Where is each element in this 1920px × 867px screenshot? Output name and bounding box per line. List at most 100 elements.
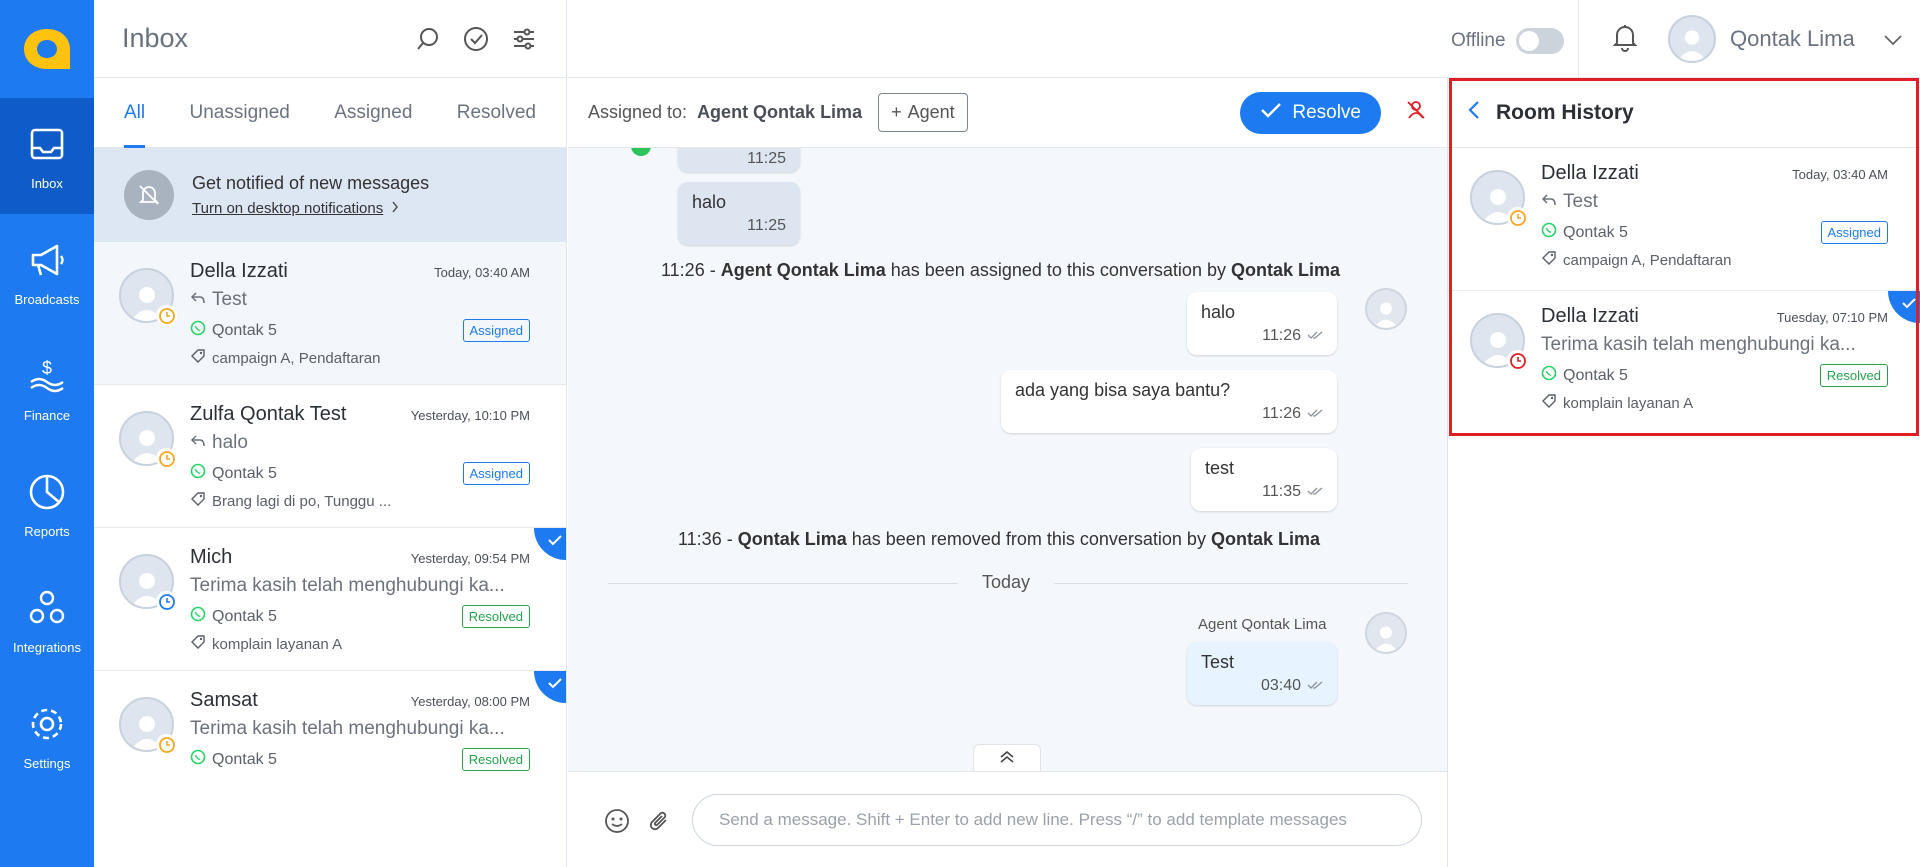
- add-agent-button[interactable]: + Agent: [878, 93, 968, 132]
- last-message: Terima kasih telah menghubungi ka...: [190, 718, 505, 739]
- conversation-time: Yesterday, 08:00 PM: [410, 694, 530, 709]
- selected-checkmark-icon[interactable]: [534, 671, 566, 703]
- bell-off-icon: [124, 170, 174, 220]
- message-time: 11:26: [1262, 405, 1301, 422]
- notification-title: Get notified of new messages: [192, 172, 430, 193]
- add-agent-label: Agent: [907, 102, 955, 122]
- enable-notifications-link[interactable]: Turn on desktop notifications: [192, 200, 383, 217]
- sidebar-item-inbox[interactable]: Inbox: [0, 98, 94, 214]
- app-logo[interactable]: [0, 0, 94, 98]
- system-text: has been assigned to this conversation b…: [890, 260, 1226, 280]
- sidebar-item-broadcasts[interactable]: Broadcasts: [0, 214, 94, 330]
- user-name: Qontak Lima: [1730, 26, 1855, 51]
- message-input[interactable]: Send a message. Shift + Enter to add new…: [692, 794, 1422, 846]
- tab-assigned[interactable]: Assigned: [334, 78, 412, 148]
- message-list: 11:25 halo 11:25 11:26 - Agent Qontak Li…: [568, 148, 1447, 771]
- avatar: [119, 697, 177, 755]
- sidebar-item-reports[interactable]: Reports: [0, 446, 94, 562]
- sender-name: Agent Qontak Lima: [1198, 616, 1327, 633]
- message-text: Test: [1201, 652, 1235, 672]
- conversation-item[interactable]: Della Izzati Today, 03:40 AM Test Qontak…: [94, 242, 566, 385]
- selected-checkmark-icon[interactable]: [534, 528, 566, 560]
- tag-icon: [190, 634, 206, 654]
- sidebar-item-label: Finance: [23, 407, 71, 423]
- status-badge: Assigned: [462, 319, 530, 342]
- date-divider-label: Today: [958, 572, 1055, 593]
- avatar: [119, 411, 177, 469]
- filter-sliders-icon[interactable]: [510, 25, 538, 53]
- emoji-icon[interactable]: [604, 808, 630, 839]
- sidebar-item-label: Settings: [23, 755, 71, 771]
- message-text: ada yang bisa saya bantu?: [1015, 380, 1231, 400]
- double-check-icon: [1307, 677, 1323, 695]
- double-chevron-up-icon: [999, 750, 1015, 769]
- toggle-switch[interactable]: [1515, 28, 1564, 54]
- inbox-tabs: All Unassigned Assigned Resolved: [94, 78, 566, 148]
- conversation-item[interactable]: Samsat Yesterday, 08:00 PM Terima kasih …: [94, 671, 566, 814]
- chevron-right-icon: [391, 200, 399, 218]
- conversation-tags: campaign A, Pendaftaran: [212, 349, 381, 367]
- assignment-bar: Assigned to: Agent Qontak Lima + Agent Re…: [568, 78, 1447, 148]
- system-actor: Qontak Lima: [1210, 529, 1320, 549]
- resolve-button[interactable]: Resolve: [1240, 91, 1381, 134]
- sidebar-item-settings[interactable]: Settings: [0, 678, 94, 794]
- sidebar-item-integrations[interactable]: Integrations: [0, 562, 94, 678]
- message-text: halo: [1201, 302, 1236, 322]
- system-text: has been removed from this conversation …: [851, 529, 1206, 549]
- resolve-label: Resolve: [1292, 101, 1361, 123]
- unassign-agent-icon[interactable]: [1405, 99, 1427, 126]
- scroll-up-button[interactable]: [973, 744, 1041, 771]
- notification-banner: Get notified of new messages Turn on des…: [94, 148, 566, 242]
- bell-icon[interactable]: [1612, 22, 1638, 57]
- system-agent: Agent Qontak Lima: [720, 260, 886, 280]
- page-title: Inbox: [122, 23, 189, 53]
- status-badge: Assigned: [462, 462, 530, 485]
- check-circle-icon[interactable]: [462, 25, 490, 53]
- contact-name: Samsat: [190, 689, 258, 711]
- attachment-icon[interactable]: [648, 808, 672, 839]
- sidebar-item-finance[interactable]: $ Finance: [0, 330, 94, 446]
- svg-text:$: $: [42, 358, 52, 378]
- message-time: 11:26: [1262, 327, 1301, 344]
- sidebar-item-label: Reports: [24, 523, 70, 539]
- tab-resolved[interactable]: Resolved: [457, 78, 536, 148]
- double-check-icon: [1307, 483, 1323, 501]
- tab-unassigned[interactable]: Unassigned: [190, 78, 290, 148]
- outgoing-message: test 11:35: [1191, 448, 1337, 511]
- outgoing-message: Test 03:40: [1187, 642, 1337, 705]
- message-time: 11:25: [747, 150, 786, 167]
- avatar: [1668, 15, 1716, 63]
- availability-toggle[interactable]: Offline: [1451, 28, 1564, 54]
- user-menu[interactable]: Qontak Lima: [1668, 15, 1903, 63]
- message-text: halo: [692, 192, 727, 212]
- channel-name: Qontak 5: [212, 321, 277, 339]
- finance-icon: $: [30, 358, 64, 392]
- contact-name: Della Izzati: [190, 260, 288, 282]
- tab-all[interactable]: All: [124, 78, 146, 148]
- plus-icon: +: [891, 102, 902, 122]
- main-sidebar: Inbox Broadcasts $ Finance Reports Integ…: [0, 0, 94, 867]
- search-icon[interactable]: [414, 25, 442, 53]
- tag-icon: [190, 348, 206, 368]
- room-history-highlight: [1449, 78, 1919, 436]
- message-time: 11:35: [1262, 483, 1301, 500]
- clock-icon: [156, 305, 177, 326]
- last-message: halo: [212, 432, 248, 453]
- outgoing-message: halo 11:26: [1187, 292, 1337, 355]
- conversation-time: Yesterday, 09:54 PM: [410, 551, 530, 566]
- qontak-logo-icon: [24, 29, 70, 69]
- conversation-item[interactable]: Zulfa Qontak Test Yesterday, 10:10 PM ha…: [94, 385, 566, 528]
- pie-chart-icon: [29, 474, 65, 509]
- avatar: [119, 268, 177, 326]
- conversation-list-panel: Inbox All Unassigned Assigned Resolved G…: [94, 0, 567, 867]
- whatsapp-icon: [190, 463, 206, 484]
- system-message: 11:26 - Agent Qontak Lima has been assig…: [661, 260, 1340, 281]
- reply-icon: [190, 289, 206, 311]
- conversation-time: Today, 03:40 AM: [434, 265, 530, 280]
- clock-icon: [156, 734, 177, 755]
- whatsapp-icon: [190, 749, 206, 770]
- avatar: [1365, 288, 1407, 330]
- conversation-item[interactable]: Mich Yesterday, 09:54 PM Terima kasih te…: [94, 528, 566, 671]
- whatsapp-icon: [190, 606, 206, 627]
- clock-icon: [156, 591, 177, 612]
